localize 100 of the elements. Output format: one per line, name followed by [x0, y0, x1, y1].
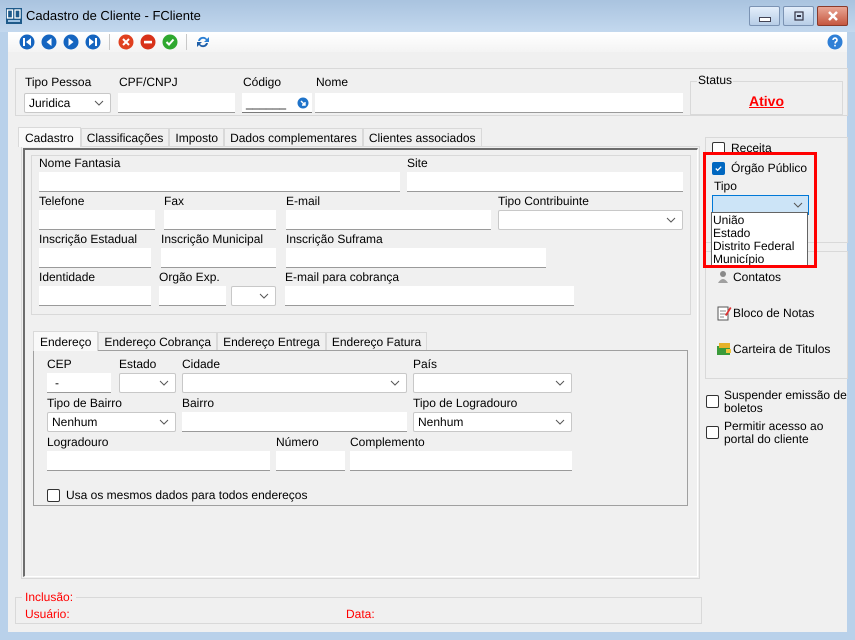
field-label: Identidade — [39, 270, 96, 286]
input-field[interactable] — [159, 286, 226, 306]
input-field[interactable] — [39, 248, 151, 268]
field-label: Código — [242, 74, 282, 91]
checkbox[interactable] — [706, 395, 719, 408]
chevron-down-icon — [259, 293, 269, 299]
delete-icon — [140, 34, 156, 50]
field-label: E-mail — [286, 194, 322, 210]
checkbox[interactable] — [47, 488, 60, 502]
input-field[interactable] — [164, 210, 276, 230]
link[interactable]: Contatos — [716, 269, 847, 285]
field-label: Bairro — [182, 396, 216, 412]
dropdown-option[interactable]: União — [712, 214, 807, 227]
input-field[interactable] — [276, 451, 345, 471]
input-field[interactable] — [39, 172, 400, 192]
tab[interactable]: Cadastro — [18, 127, 81, 147]
tab[interactable]: Endereço — [33, 331, 98, 351]
field-label: E-mail para cobrança — [285, 270, 400, 286]
tab[interactable]: Endereço Cobrança — [98, 332, 218, 350]
field-label: Tipo Contribuinte — [498, 194, 590, 210]
notepad-icon — [716, 305, 732, 321]
input-field[interactable]: - — [47, 373, 111, 393]
field-label: Estado — [119, 357, 158, 373]
dropdown-option[interactable]: Município — [712, 253, 807, 266]
help-button[interactable] — [827, 34, 843, 50]
window-title: Cadastro de Cliente - FCliente — [26, 7, 201, 26]
input-field[interactable] — [47, 451, 270, 471]
tab[interactable]: Classificações — [80, 128, 170, 146]
chevron-down-icon — [94, 100, 104, 106]
input-field[interactable] — [285, 286, 574, 306]
input-field[interactable] — [161, 248, 276, 268]
refresh-icon — [195, 34, 211, 50]
field-label: Cidade — [182, 357, 222, 373]
combo-box[interactable]: Juridica — [24, 93, 111, 113]
field-label: Tipo de Bairro — [47, 396, 123, 412]
link[interactable]: Carteira de Titulos — [716, 341, 847, 357]
close-button[interactable] — [817, 6, 848, 26]
input-field[interactable] — [39, 286, 151, 306]
field-label: Número — [276, 435, 320, 451]
field-label: Inscrição Estadual — [39, 232, 138, 248]
chevron-down-icon — [555, 380, 565, 386]
tab[interactable]: Endereço Entrega — [217, 332, 326, 350]
input-field[interactable] — [286, 248, 546, 268]
field-label: Inscrição Municipal — [161, 232, 264, 248]
minimize-button[interactable] — [749, 6, 780, 26]
combo-box[interactable]: Nenhum — [47, 412, 176, 432]
checkbox[interactable] — [712, 162, 725, 174]
first-record-icon — [19, 34, 35, 50]
maximize-button[interactable] — [783, 6, 814, 26]
dropdown-option[interactable]: Estado — [712, 227, 807, 240]
field-label: Orgão Exp. — [159, 270, 221, 286]
input-field[interactable]: ______ — [242, 93, 312, 113]
combo-box[interactable]: Nenhum — [413, 412, 572, 432]
checkbox-label: Receita — [731, 141, 772, 155]
chevron-down-icon — [793, 202, 803, 208]
checkbox-label: Permitir acesso ao portal do cliente — [724, 420, 824, 446]
field-label: Telefone — [39, 194, 86, 210]
confirm-icon — [162, 34, 178, 50]
field-label: Logradouro — [47, 435, 110, 451]
chevron-down-icon — [390, 380, 400, 386]
minimize-icon — [758, 16, 770, 22]
field-label: Nome Fantasia — [39, 156, 122, 172]
tab[interactable]: Clientes associados — [362, 128, 482, 146]
field-label: CPF/CNPJ — [118, 74, 179, 91]
lookup-icon[interactable] — [297, 96, 309, 108]
cancel-icon — [118, 34, 134, 50]
checkbox[interactable] — [706, 426, 719, 439]
field-label: Fax — [164, 194, 186, 210]
field-label: Complemento — [350, 435, 426, 451]
previous-record-icon — [41, 34, 57, 50]
field-label: Site — [407, 156, 429, 172]
last-record-icon — [85, 34, 101, 50]
wallet-icon — [716, 341, 732, 357]
input-field[interactable] — [315, 93, 683, 113]
field-label: País — [413, 357, 438, 373]
input-field[interactable] — [182, 412, 407, 432]
help-icon — [827, 34, 843, 50]
field-label: Tipo de Logradouro — [413, 396, 518, 412]
input-field[interactable] — [286, 210, 491, 230]
date-label: Data: — [346, 607, 375, 621]
checkbox-label: Suspender emissão de boletos — [724, 389, 848, 415]
input-field[interactable] — [118, 93, 235, 113]
status-value: Ativo — [749, 93, 784, 109]
tab[interactable]: Imposto — [169, 128, 224, 146]
chevron-down-icon — [555, 419, 565, 425]
checkbox-label: Usa os mesmos dados para todos endereços — [66, 487, 308, 504]
tab[interactable]: Endereço Fatura — [326, 332, 428, 350]
field-label: CEP — [47, 357, 73, 373]
tab[interactable]: Dados complementares — [224, 128, 363, 146]
checkbox-label: Órgão Público — [731, 161, 808, 175]
chevron-down-icon — [666, 217, 676, 223]
link[interactable]: Bloco de Notas — [716, 305, 847, 321]
check-icon — [714, 164, 723, 172]
field-label: Tipo — [714, 179, 738, 193]
input-field[interactable] — [407, 172, 683, 192]
field-label: Nome — [315, 74, 350, 91]
status-label: Status — [697, 73, 734, 87]
input-field[interactable] — [350, 451, 572, 471]
input-field[interactable] — [39, 210, 155, 230]
dropdown-option[interactable]: Distrito Federal — [712, 240, 807, 253]
